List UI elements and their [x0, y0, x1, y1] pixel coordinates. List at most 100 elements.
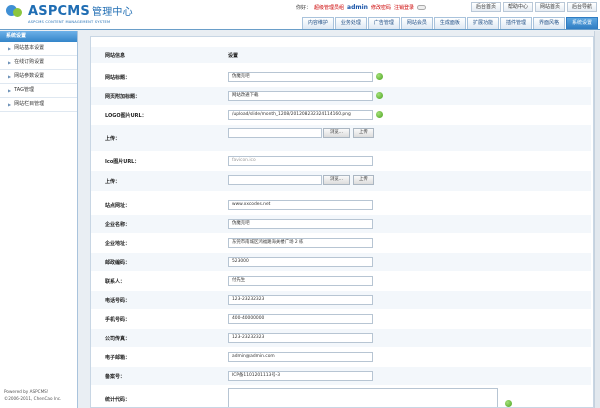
tab-plugins[interactable]: 插件管理 [499, 17, 532, 29]
site-url-input[interactable]: www.xxcodes.net [228, 200, 373, 210]
check-icon [376, 92, 383, 99]
top-links: 后台首页 帮助中心 网站首页 后台导航 [470, 2, 597, 12]
row-email: 电子邮箱： admin@admin.com [91, 348, 591, 366]
row-icp: 备案号： ICP备1101201113号-3 [91, 367, 591, 385]
toplink-admin-home[interactable]: 后台首页 [470, 2, 501, 12]
header: ASPCMS 管理中心 ASPCMS CONTENT MANAGEMENT SYS… [0, 0, 600, 30]
email-input[interactable]: admin@admin.com [228, 352, 373, 362]
logout-link[interactable]: 注销登录 [394, 4, 414, 11]
sidebar-item-columns[interactable]: ▶ 网站栏目管理 [0, 98, 77, 112]
mobile-label: 手机号码： [105, 316, 131, 323]
row-contact: 联系人： 付先生 [91, 272, 591, 290]
toplink-help[interactable]: 帮助中心 [502, 2, 533, 12]
row-upload-logo: 上传： 浏览... 上传 [91, 125, 591, 151]
check-icon [505, 400, 512, 407]
check-icon [376, 111, 383, 118]
toplink-admin-nav[interactable]: 后台导航 [566, 2, 597, 12]
upload-button[interactable]: 上传 [353, 128, 374, 138]
tab-system-settings[interactable]: 系统设置 [565, 17, 598, 29]
chevron-right-icon: ▶ [8, 60, 12, 65]
logo-subtitle: ASPCMS CONTENT MANAGEMENT SYSTEM [28, 20, 111, 24]
zip-input[interactable]: 523000 [228, 257, 373, 267]
sidebar-item-basic[interactable]: ▶ 网站基本设置 [0, 42, 77, 56]
tab-members[interactable]: 网站会员 [400, 17, 433, 29]
row-logo-url: LOGO图片URL： /upload/slide/month_1208/2012… [91, 106, 591, 124]
sidebar-item-tag[interactable]: ▶ TAG管理 [0, 84, 77, 98]
fax-label: 公司传真： [105, 335, 131, 342]
settings-panel: 网站信息 设置 网站标题： 伪魔克吧 网页附加标题： 网站改通下载 LOGO图片… [90, 36, 594, 408]
logo: ASPCMS 管理中心 ASPCMS CONTENT MANAGEMENT SYS… [6, 3, 133, 24]
company-label: 企业名称： [105, 221, 131, 228]
logo-url-input[interactable]: /upload/slide/month_1208/201208232324114… [228, 110, 373, 120]
browse-button-ico[interactable]: 浏览... [323, 175, 350, 185]
row-extra-title: 网页附加标题： 网站改通下载 [91, 87, 591, 105]
contact-input[interactable]: 付先生 [228, 276, 373, 286]
zip-label: 邮政编码： [105, 259, 131, 266]
contact-label: 联系人： [105, 278, 126, 285]
ico-url-input[interactable]: favicon.ico [228, 156, 373, 166]
address-label: 企业地址： [105, 240, 131, 247]
chevron-right-icon: ▶ [8, 88, 12, 93]
ico-url-label: Ico图片URL： [105, 158, 140, 165]
site-url-label: 站点网址： [105, 202, 131, 209]
tab-extensions[interactable]: 扩展功能 [466, 17, 499, 29]
tab-ads[interactable]: 广告管理 [367, 17, 400, 29]
mobile-input[interactable]: 400-40000000 [228, 314, 373, 324]
phone-input[interactable]: 123-23232323 [228, 295, 373, 305]
browse-button[interactable]: 浏览... [323, 128, 350, 138]
row-phone: 电话号码： 123-23232323 [91, 291, 591, 309]
col-setting-header: 设置 [228, 52, 239, 59]
row-site-url: 站点网址： www.xxcodes.net [91, 196, 591, 214]
row-company: 企业名称： 伪魔克吧 [91, 215, 591, 233]
upload-logo-label: 上传： [105, 135, 121, 142]
upload-button-ico[interactable]: 上传 [353, 175, 374, 185]
row-stats-code: 统计代码： [91, 386, 591, 407]
chevron-right-icon: ▶ [8, 46, 12, 51]
extra-title-input[interactable]: 网站改通下载 [228, 91, 373, 101]
tab-business[interactable]: 业务处理 [334, 17, 367, 29]
user-role: 超级管理员组 [314, 5, 345, 11]
address-input[interactable]: 东莞市南城区鸿福路海关楼广场 2 栋 [228, 238, 373, 248]
site-title-label: 网站标题： [105, 74, 131, 81]
check-icon [376, 73, 383, 80]
col-info-header: 网站信息 [105, 52, 126, 59]
logo-url-label: LOGO图片URL： [105, 112, 147, 119]
tab-generate[interactable]: 生成面板 [433, 17, 466, 29]
sidebar-item-order[interactable]: ▶ 在线订购设置 [0, 56, 77, 70]
icp-input[interactable]: ICP备1101201113号-3 [228, 371, 373, 381]
sidebar-title: 系统设置 [0, 31, 77, 42]
email-label: 电子邮箱： [105, 354, 131, 361]
site-title-input[interactable]: 伪魔克吧 [228, 72, 373, 82]
icp-label: 备案号： [105, 373, 126, 380]
stats-code-textarea[interactable] [228, 388, 498, 407]
change-password-link[interactable]: 修改密码 [371, 4, 391, 11]
sidebar-item-params[interactable]: ▶ 网站参数设置 [0, 70, 77, 84]
copyright: ©2006-2011, ChenCao Inc. [4, 396, 62, 401]
main-tabs: 内容维护 业务处理 广告管理 网站会员 生成面板 扩展功能 插件管理 界面风格 … [301, 17, 598, 29]
company-input[interactable]: 伪魔克吧 [228, 219, 373, 229]
toplink-site-home[interactable]: 网站首页 [534, 2, 565, 12]
chevron-right-icon: ▶ [8, 102, 12, 107]
tab-content[interactable]: 内容维护 [301, 17, 334, 29]
powered-by: Powered by ASPCMS! [4, 389, 49, 394]
fax-input[interactable]: 123-23232323 [228, 333, 373, 343]
stats-label: 统计代码： [105, 397, 131, 403]
user-bar: 你好： 超级管理员组 admin 修改密码 注销登录 [296, 4, 426, 11]
row-mobile: 手机号码： 400-40000000 [91, 310, 591, 328]
logo-file-input[interactable] [228, 128, 322, 138]
tab-theme[interactable]: 界面风格 [532, 17, 565, 29]
ico-file-input[interactable] [228, 175, 322, 185]
logo-cn: 管理中心 [92, 7, 133, 18]
toggle-icon[interactable] [417, 5, 426, 10]
logo-name: ASPCMS 管理中心 [28, 4, 133, 19]
greeting: 你好： [296, 5, 312, 11]
username: admin [347, 4, 368, 11]
sidebar: 系统设置 ▶ 网站基本设置 ▶ 在线订购设置 ▶ 网站参数设置 ▶ TAG管理 ▶ 网站栏… [0, 31, 78, 408]
phone-label: 电话号码： [105, 297, 131, 304]
table-header: 网站信息 设置 [91, 47, 591, 63]
chevron-right-icon: ▶ [8, 74, 12, 79]
vertical-scrollbar[interactable] [594, 31, 600, 408]
row-upload-ico: 上传： 浏览... 上传 [91, 171, 591, 191]
upload-ico-label: 上传： [105, 178, 121, 185]
logo-mark [6, 3, 26, 19]
